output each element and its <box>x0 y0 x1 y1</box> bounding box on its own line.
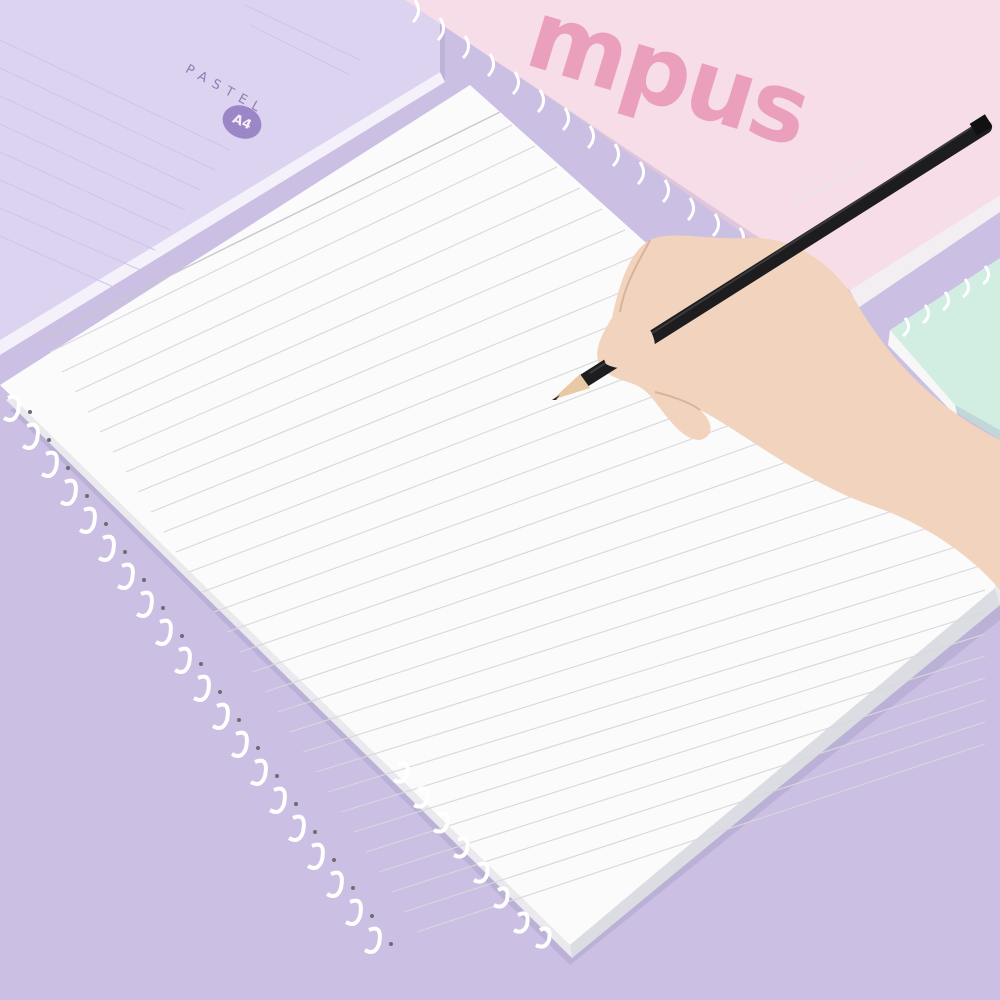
photo-scene <box>0 0 1000 1000</box>
